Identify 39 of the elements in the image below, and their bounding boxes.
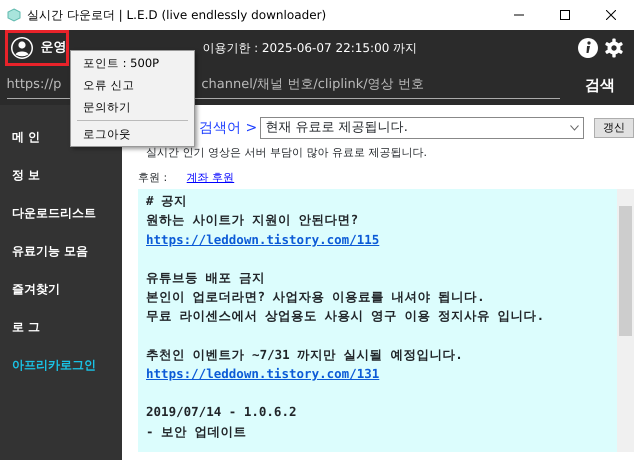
vertical-scrollbar[interactable]: [617, 189, 634, 452]
sidebar-item[interactable]: 다운로드리스트: [12, 204, 96, 222]
sidebar-item[interactable]: 유료기능 모음: [12, 242, 88, 260]
notice-line: 원하는 사이트가 지원이 안된다면?: [146, 211, 360, 230]
notice-line: 2019/07/14 - 1.0.6.2: [146, 403, 298, 422]
notice-line: - 보안 업데이트: [146, 422, 248, 440]
menu-item[interactable]: 로그아웃: [71, 123, 194, 145]
maximize-icon: [560, 10, 570, 20]
info-icon[interactable]: [578, 38, 598, 58]
sidebar-item[interactable]: 로 그: [12, 318, 40, 336]
user-name: 운영: [40, 39, 66, 58]
sidebar-item[interactable]: 메 인: [12, 128, 40, 146]
notice-link[interactable]: https://leddown.tistory.com/115: [146, 230, 617, 249]
menu-item[interactable]: 오류 신고: [71, 74, 194, 96]
close-icon: [606, 10, 616, 20]
notice-line: # 공지: [146, 192, 188, 210]
settings-icon[interactable]: [604, 38, 624, 58]
menu-item[interactable]: 포인트 : 500P: [71, 52, 194, 74]
menu-item[interactable]: 문의하기: [71, 96, 194, 118]
sponsor-label: 후원 :: [138, 170, 168, 186]
notice-line: 추천인 이벤트가 ~7/31 까지만 실시될 예정입니다.: [146, 346, 464, 364]
notice-line: 무료 라이센스에서 상업용도 사용시 영구 이용 정지사유 입니다.: [146, 307, 546, 326]
expiry-text: 이용기한 : 2025-06-07 22:15:00 까지: [202, 40, 418, 57]
info-text: 실시간 인기 영상은 서버 부담이 많아 유료로 제공됩니다.: [145, 145, 428, 161]
user-avatar-icon[interactable]: [10, 36, 34, 60]
sponsor-link[interactable]: 계좌 후원: [186, 170, 234, 186]
app-icon: [6, 8, 20, 22]
notice-link[interactable]: https://leddown.tistory.com/131: [146, 364, 617, 384]
chevron-down-icon: [570, 125, 580, 131]
search-term-dropdown[interactable]: 현재 유료로 제공됩니다.: [260, 117, 584, 139]
notice-line: 본인이 업로더라면? 사업자용 이용료를 내셔야 됩니다.: [146, 288, 486, 306]
window-title: 실시간 다운로더 | L.E.D (live endlessly downloader): [27, 7, 328, 24]
sidebar-item[interactable]: 아프리카로그인: [12, 356, 96, 374]
sidebar-item[interactable]: 정 보: [12, 166, 40, 184]
refresh-button[interactable]: 갱신: [594, 118, 634, 138]
search-term-label: 검색어 >: [199, 118, 258, 138]
search-button[interactable]: 검색: [579, 73, 621, 98]
notice-line: 유튜브등 배포 금지: [146, 269, 266, 287]
sidebar-item[interactable]: 즐겨찾기: [12, 280, 60, 298]
